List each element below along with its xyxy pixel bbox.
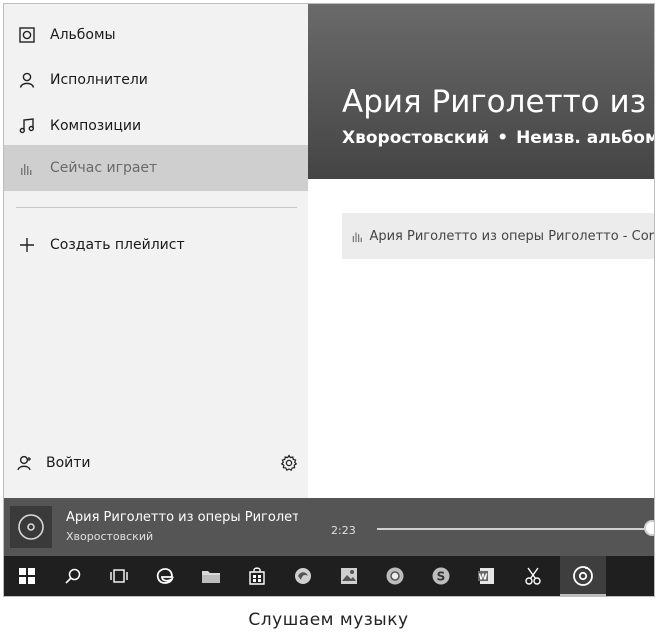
sidebar-item-albums[interactable]: Альбомы <box>4 12 308 58</box>
artist-icon <box>4 72 50 88</box>
app-icon[interactable] <box>280 556 326 596</box>
windows-start-icon[interactable] <box>4 556 50 596</box>
svg-text:W: W <box>479 573 488 582</box>
edge-icon[interactable] <box>142 556 188 596</box>
chrome-icon[interactable] <box>372 556 418 596</box>
progress-track[interactable] <box>377 528 652 530</box>
now-playing-subtitle: Хворостовский • Неизв. альбом (0 <box>342 128 654 148</box>
queue-panel: Ария Риголетто из оперы Риголетто - Cor <box>308 179 654 498</box>
now-playing-header: Ария Риголетто из оперы Риголетто Хворос… <box>308 4 654 179</box>
sidebar-item-label: Композиции <box>50 118 142 134</box>
sidebar-item-label: Альбомы <box>50 27 116 43</box>
equalizer-icon <box>4 160 50 176</box>
sidebar-item-now-playing[interactable]: Сейчас играет <box>4 145 308 191</box>
player-bar: Ария Риголетто из оперы Риголетто Хворос… <box>4 498 654 556</box>
create-playlist-label: Создать плейлист <box>50 237 185 253</box>
figure-caption: Слушаем музыку <box>248 610 409 630</box>
plus-icon <box>4 237 50 253</box>
sidebar-item-artists[interactable]: Исполнители <box>4 57 308 103</box>
separator-dot: • <box>497 128 509 148</box>
queue-item-label: Ария Риголетто из оперы Риголетто - Cor <box>369 228 654 244</box>
track-artist: Хворостовский <box>66 530 154 543</box>
progress-thumb[interactable] <box>644 520 654 536</box>
sidebar-item-label: Сейчас играет <box>50 160 158 176</box>
snipping-tool-icon[interactable] <box>510 556 556 596</box>
sidebar-item-songs[interactable]: Композиции <box>4 103 308 149</box>
track-title: Ария Риголетто из оперы Риголетто <box>66 510 298 525</box>
settings-gear-icon[interactable] <box>280 454 298 476</box>
album-icon <box>4 27 50 43</box>
equalizer-icon <box>346 229 369 243</box>
task-view-icon[interactable] <box>96 556 142 596</box>
sign-in-button[interactable]: Войти <box>4 441 308 485</box>
album-art[interactable] <box>10 506 52 548</box>
search-icon[interactable] <box>50 556 96 596</box>
now-playing-title: Ария Риголетто из оперы Риголетто <box>342 84 654 120</box>
store-icon[interactable] <box>234 556 280 596</box>
taskbar: S W <box>4 556 654 596</box>
word-icon[interactable]: W <box>464 556 510 596</box>
elapsed-time: 2:23 <box>331 524 356 537</box>
queue-item[interactable]: Ария Риголетто из оперы Риголетто - Cor <box>342 213 654 259</box>
sidebar-item-label: Исполнители <box>50 72 148 88</box>
app-window: Альбомы Исполнители Композиции Сейчас иг… <box>3 3 655 597</box>
sign-in-label: Войти <box>46 455 91 471</box>
svg-text:S: S <box>437 570 446 584</box>
artist-link[interactable]: Хворостовский <box>342 128 489 148</box>
photos-icon[interactable] <box>326 556 372 596</box>
skype-icon[interactable]: S <box>418 556 464 596</box>
sidebar: Альбомы Исполнители Композиции Сейчас иг… <box>4 4 308 498</box>
user-icon <box>4 455 46 471</box>
album-link[interactable]: Неизв. альбом (0 <box>516 128 654 148</box>
file-explorer-icon[interactable] <box>188 556 234 596</box>
music-note-icon <box>4 118 50 134</box>
groove-music-icon[interactable] <box>560 556 606 596</box>
create-playlist-button[interactable]: Создать плейлист <box>4 222 308 268</box>
sidebar-divider <box>16 207 297 208</box>
